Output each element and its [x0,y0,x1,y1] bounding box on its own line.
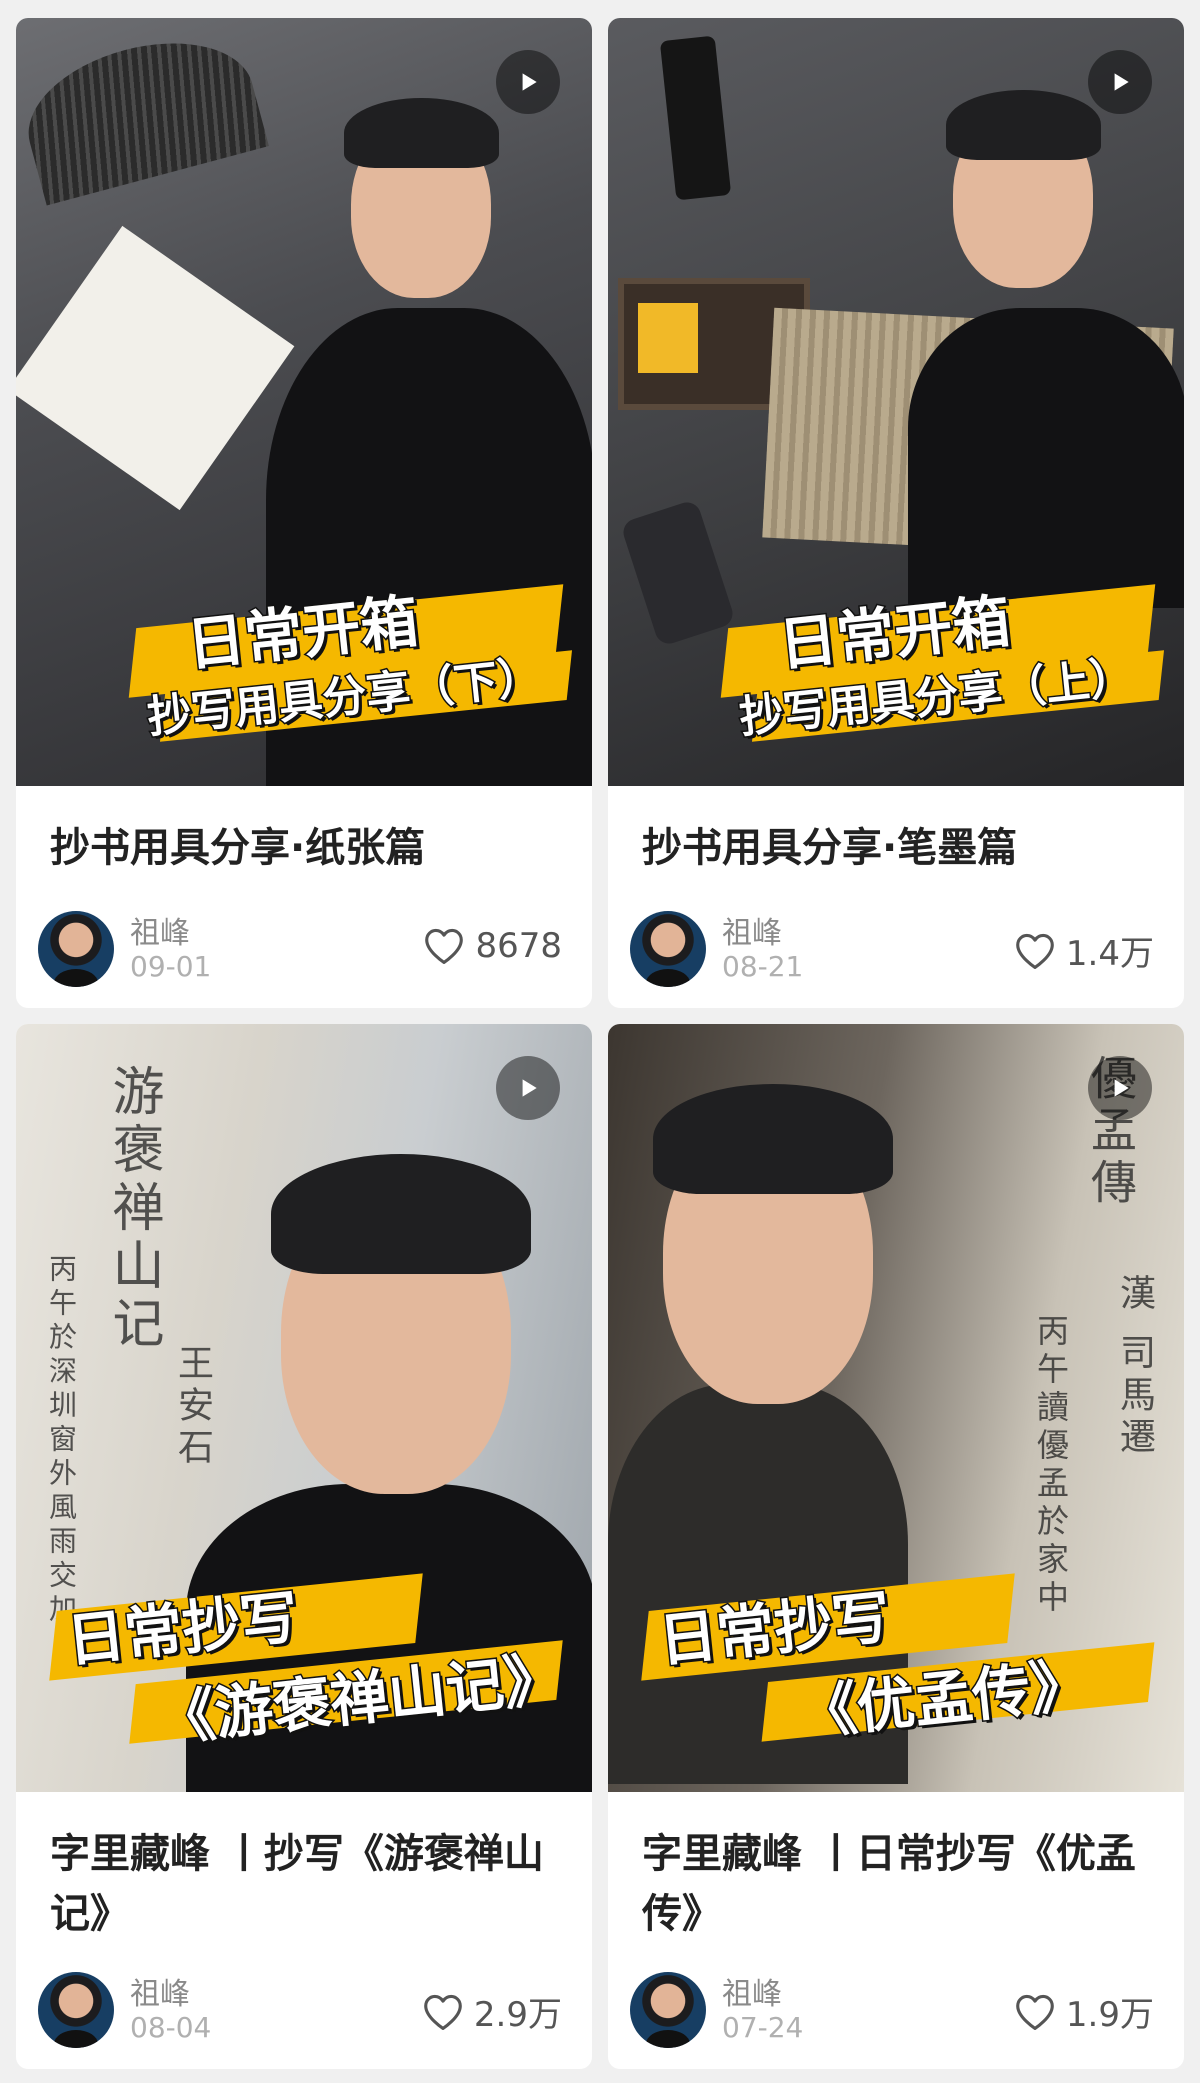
author-avatar[interactable] [38,911,114,987]
video-title[interactable]: 字里藏峰 丨抄写《游褒禅山记》 [50,1824,562,1944]
video-thumbnail[interactable]: 游褒禅山记 王安石 丙午於深圳窗外風雨交加 日常抄写 《游褒禅山记》 [16,1024,592,1792]
video-meta: 祖峰 09-01 8678 [38,908,562,988]
post-date: 09-01 [130,950,212,983]
video-meta: 祖峰 07-24 1.9万 [630,1969,1154,2049]
video-meta: 祖峰 08-21 1.4万 [630,908,1154,988]
cover-caption: 日常抄写 《游褒禅山记》 [16,1552,592,1756]
play-icon [1114,73,1129,91]
post-date: 08-04 [130,2011,212,2044]
cover-caption: 日常开箱 抄写用具分享（上） [608,546,1184,746]
person-hair-image [946,90,1101,160]
person-hair-image [653,1084,893,1194]
video-meta: 祖峰 08-04 2.9万 [38,1969,562,2049]
heart-outline-icon [424,1994,462,2030]
author-avatar[interactable] [630,1972,706,2048]
like-count: 2.9万 [473,1995,562,2035]
play-icon [1114,1079,1129,1097]
play-button[interactable] [1088,50,1152,114]
like-count: 1.9万 [1065,1995,1154,2035]
calligraphy-title: 游褒禅山记 [103,1064,163,1354]
heart-outline-icon [425,928,464,964]
video-card[interactable]: 優孟傳 漢 司馬遷 丙午讀優孟於家中 日常抄写 《优孟传》 字里藏峰 丨日常抄写… [608,1024,1184,2069]
video-card[interactable]: 日常开箱 抄写用具分享（下） 抄书用具分享·纸张篇 祖峰 09-01 8678 [16,18,592,1008]
video-title[interactable]: 抄书用具分享·笔墨篇 [642,818,1154,878]
author-name[interactable]: 祖峰 [722,908,782,952]
play-icon [522,73,537,91]
calligraphy-author: 王安石 [172,1344,213,1470]
like-button[interactable]: 1.4万 [1014,926,1154,975]
like-button[interactable]: 1.9万 [1014,1987,1154,2036]
person-hair-image [271,1154,531,1274]
like-count: 1.4万 [1065,934,1154,974]
post-date: 08-21 [722,950,804,983]
like-count: 8678 [475,926,562,966]
heart-outline-icon [1016,933,1054,969]
post-date: 07-24 [722,2011,804,2044]
video-grid: 日常开箱 抄写用具分享（下） 抄书用具分享·纸张篇 祖峰 09-01 8678 [16,18,1184,2069]
video-thumbnail[interactable]: 日常开箱 抄写用具分享（下） [16,18,592,786]
video-thumbnail[interactable]: 優孟傳 漢 司馬遷 丙午讀優孟於家中 日常抄写 《优孟传》 [608,1024,1184,1792]
like-button[interactable]: 8678 [423,926,562,966]
play-button[interactable] [1088,1056,1152,1120]
author-name[interactable]: 祖峰 [722,1969,782,2013]
cover-caption: 日常开箱 抄写用具分享（下） [16,546,592,746]
person-hair-image [344,98,499,168]
cover-caption: 日常抄写 《优孟传》 [608,1552,1184,1752]
author-avatar[interactable] [630,911,706,987]
play-button[interactable] [496,50,560,114]
heart-outline-icon [1016,1994,1054,2030]
author-avatar[interactable] [38,1972,114,2048]
video-title[interactable]: 抄书用具分享·纸张篇 [50,818,562,878]
author-name[interactable]: 祖峰 [130,1969,190,2013]
author-name[interactable]: 祖峰 [130,908,190,952]
video-card[interactable]: 日常开箱 抄写用具分享（上） 抄书用具分享·笔墨篇 祖峰 08-21 1.4万 [608,18,1184,1008]
video-title[interactable]: 字里藏峰 丨日常抄写《优孟传》 [642,1824,1154,1944]
ink-stone-image [638,303,698,373]
calligraphy-author: 漢 司馬遷 [1114,1274,1155,1460]
video-thumbnail[interactable]: 日常开箱 抄写用具分享（上） [608,18,1184,786]
video-card[interactable]: 游褒禅山记 王安石 丙午於深圳窗外風雨交加 日常抄写 《游褒禅山记》 字里藏峰 … [16,1024,592,2069]
like-button[interactable]: 2.9万 [422,1987,562,2036]
play-button[interactable] [496,1056,560,1120]
play-icon [522,1079,537,1097]
